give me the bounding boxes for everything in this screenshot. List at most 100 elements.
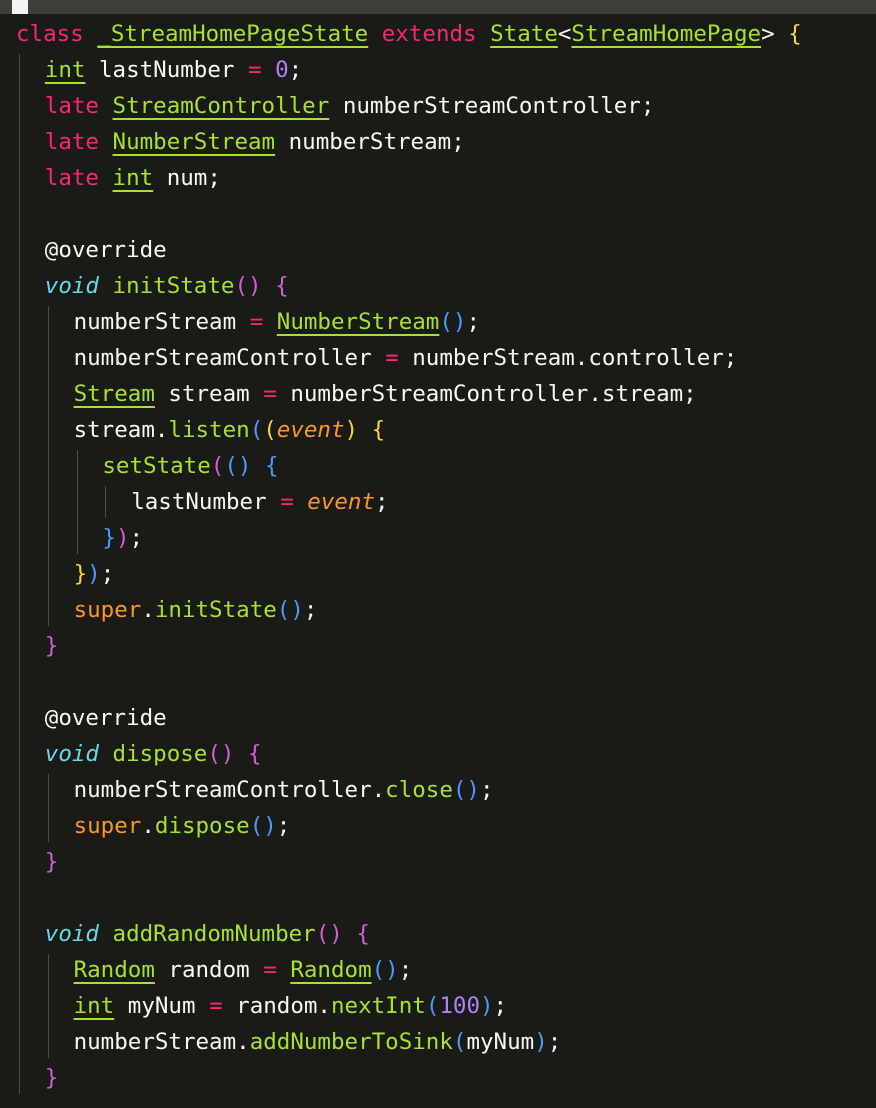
code-token: ( bbox=[452, 1029, 467, 1055]
code-line[interactable]: setState(() { bbox=[102, 448, 278, 484]
code-token: extends bbox=[381, 21, 477, 47]
code-token: } bbox=[102, 525, 116, 551]
code-line[interactable]: } bbox=[45, 628, 59, 664]
code-line[interactable]: int myNum = random.nextInt(100); bbox=[74, 988, 508, 1024]
code-line[interactable]: } bbox=[45, 1060, 59, 1096]
code-token: () bbox=[315, 921, 343, 947]
code-token: lastNumber bbox=[85, 57, 248, 83]
code-token: ( bbox=[210, 453, 225, 479]
code-token: num; bbox=[153, 165, 221, 191]
code-line[interactable]: numberStreamController = numberStream.co… bbox=[74, 340, 738, 376]
code-token: stream bbox=[154, 381, 264, 407]
code-line[interactable]: late int num; bbox=[45, 160, 221, 196]
code-token: = bbox=[263, 381, 277, 407]
code-line[interactable]: late StreamController numberStreamContro… bbox=[45, 88, 655, 124]
code-line[interactable]: Random random = Random(); bbox=[74, 952, 413, 988]
code-token: } bbox=[44, 1065, 59, 1091]
code-token: = bbox=[248, 57, 262, 83]
code-token: < bbox=[557, 21, 572, 47]
code-token: ; bbox=[100, 561, 115, 587]
indent-guide bbox=[76, 450, 78, 554]
code-token: lastNumber bbox=[131, 489, 281, 515]
code-token: stream. bbox=[73, 417, 169, 443]
code-token: super bbox=[73, 813, 142, 839]
code-line[interactable]: numberStream = NumberStream(); bbox=[74, 304, 480, 340]
code-line[interactable]: @override bbox=[45, 232, 167, 268]
code-token: myNum bbox=[114, 993, 210, 1019]
code-token: ; bbox=[398, 957, 413, 983]
code-token: = bbox=[249, 309, 264, 335]
code-token: = bbox=[280, 489, 294, 515]
code-editor[interactable]: class _StreamHomePageState extends State… bbox=[0, 16, 876, 1108]
code-token: listen bbox=[168, 417, 250, 443]
code-token: late bbox=[44, 165, 99, 191]
code-token: late bbox=[44, 129, 99, 155]
code-token: int bbox=[112, 165, 154, 191]
code-token: ) bbox=[115, 525, 130, 551]
code-line[interactable]: } bbox=[45, 844, 59, 880]
code-token: setState bbox=[102, 453, 211, 479]
code-token: numberStream; bbox=[275, 129, 465, 155]
code-token: ; bbox=[276, 813, 291, 839]
code-line[interactable]: stream.listen((event) { bbox=[74, 412, 386, 448]
code-line[interactable]: super.dispose(); bbox=[74, 808, 291, 844]
code-token: ; bbox=[129, 525, 144, 551]
indent-guide bbox=[19, 54, 20, 1094]
code-token: ; bbox=[303, 597, 318, 623]
code-line[interactable]: void initState() { bbox=[45, 268, 289, 304]
code-line[interactable]: lastNumber = event; bbox=[131, 484, 388, 520]
code-token: { bbox=[248, 741, 262, 767]
code-token: { bbox=[371, 417, 386, 443]
code-token: > bbox=[761, 21, 789, 47]
code-token: numberStreamController; bbox=[329, 93, 655, 119]
code-token: ; bbox=[479, 777, 494, 803]
code-token: event bbox=[276, 417, 345, 443]
code-line[interactable]: super.initState(); bbox=[74, 592, 318, 628]
indent-guide bbox=[47, 774, 49, 842]
code-line[interactable]: void addRandomNumber() { bbox=[45, 916, 370, 952]
code-token: { bbox=[356, 921, 370, 947]
code-token: dispose bbox=[154, 813, 250, 839]
code-line[interactable]: }); bbox=[102, 520, 143, 556]
code-line[interactable]: late NumberStream numberStream; bbox=[45, 124, 465, 160]
indent-guide bbox=[47, 954, 49, 1058]
code-line[interactable]: }); bbox=[74, 556, 115, 592]
code-token: { bbox=[264, 453, 279, 479]
code-line[interactable]: numberStreamController.close(); bbox=[74, 772, 494, 808]
code-token: StreamController bbox=[112, 93, 330, 119]
code-token: } bbox=[44, 849, 59, 875]
code-token: ; bbox=[547, 1029, 562, 1055]
code-token: = bbox=[385, 345, 399, 371]
code-line[interactable]: numberStream.addNumberToSink(myNum); bbox=[74, 1024, 562, 1060]
code-token: _StreamHomePageState bbox=[97, 21, 369, 47]
code-token: } bbox=[73, 561, 88, 587]
code-line[interactable]: class _StreamHomePageState extends State… bbox=[16, 16, 802, 52]
code-token: } bbox=[44, 633, 59, 659]
code-line[interactable]: void dispose() { bbox=[45, 736, 262, 772]
code-token: @override bbox=[44, 237, 167, 263]
code-line[interactable]: int lastNumber = 0; bbox=[45, 52, 302, 88]
code-token: () bbox=[224, 453, 252, 479]
code-token: . bbox=[141, 813, 155, 839]
code-token: int bbox=[73, 993, 115, 1019]
code-line[interactable]: Stream stream = numberStreamController.s… bbox=[74, 376, 697, 412]
code-token: int bbox=[44, 57, 86, 83]
code-token: myNum bbox=[466, 1029, 535, 1055]
code-token: addNumberToSink bbox=[249, 1029, 453, 1055]
code-token: = bbox=[263, 957, 277, 983]
code-token: ) bbox=[87, 561, 101, 587]
code-token: ( bbox=[425, 993, 440, 1019]
code-token: ) bbox=[480, 993, 494, 1019]
indent-guide bbox=[105, 486, 107, 518]
code-token: Random bbox=[73, 957, 155, 983]
code-line[interactable]: @override bbox=[45, 700, 167, 736]
editor-top-bar bbox=[0, 0, 876, 14]
code-token: NumberStream bbox=[112, 129, 276, 155]
